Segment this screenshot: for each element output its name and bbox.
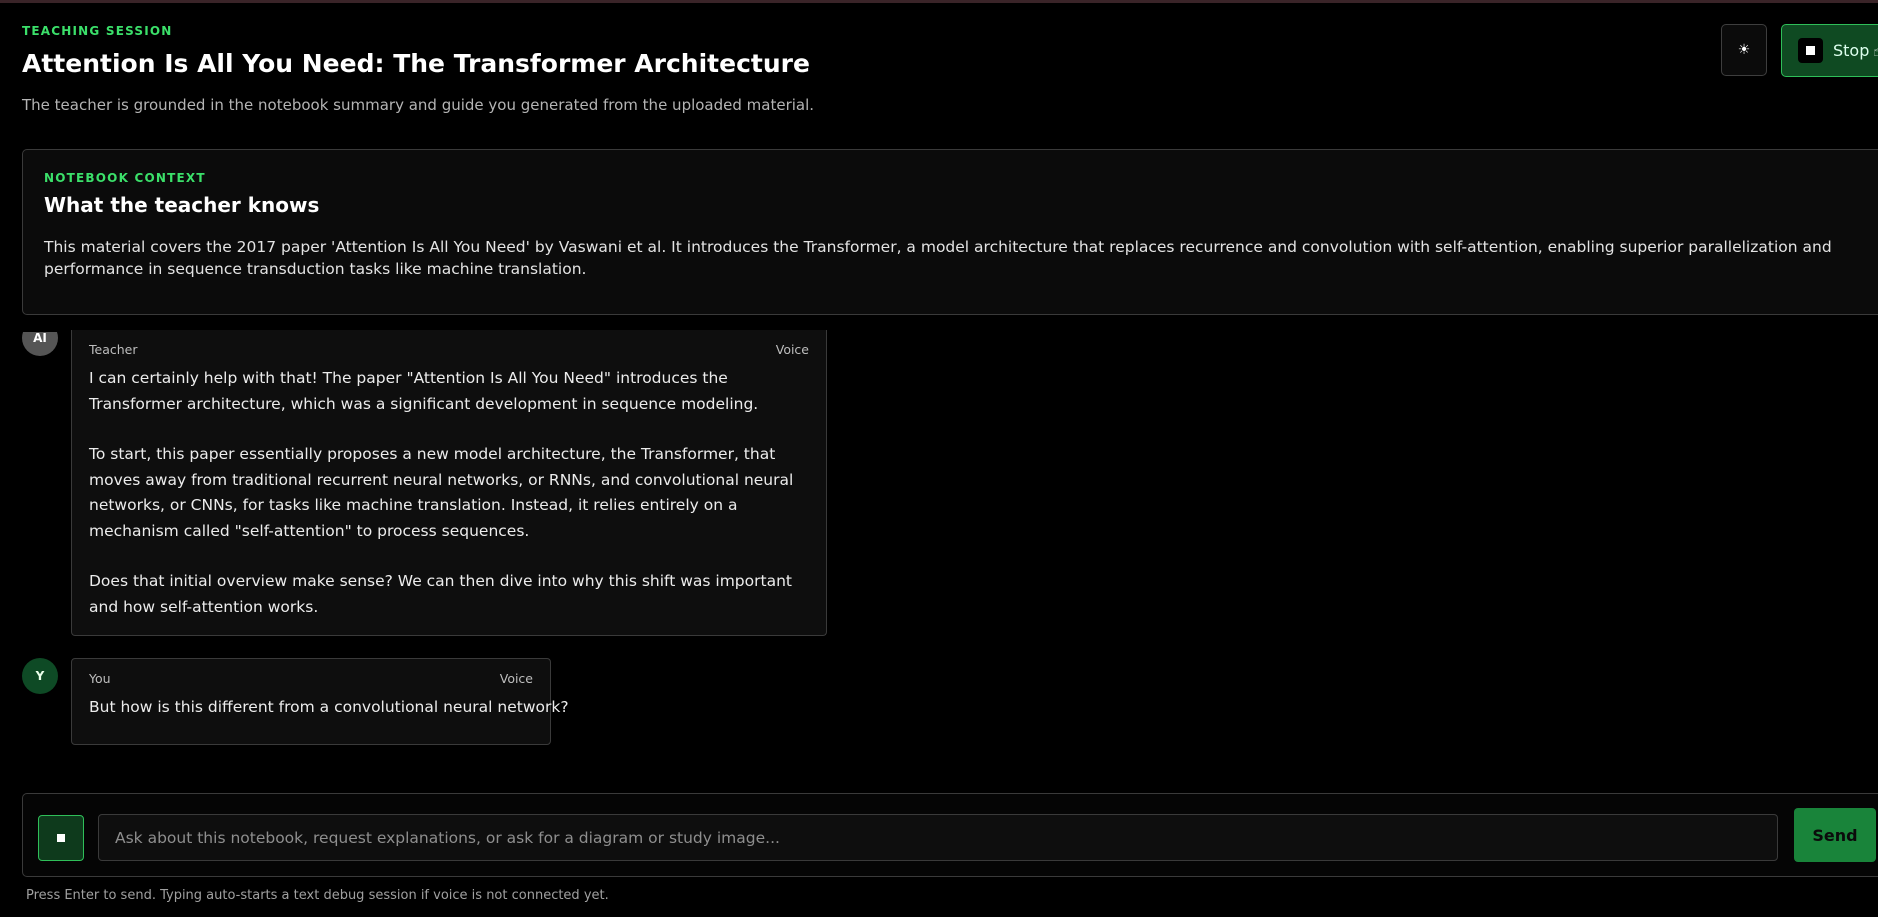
context-title: What the teacher knows	[44, 193, 320, 217]
page-title: Attention Is All You Need: The Transform…	[22, 49, 810, 78]
sun-icon: ☀	[1737, 42, 1751, 58]
message-paragraph: To start, this paper essentially propose…	[89, 445, 794, 540]
stop-square-icon	[1798, 38, 1823, 63]
stop-button[interactable]: Stop	[1781, 24, 1878, 77]
message-paragraph: I can certainly help with that! The pape…	[89, 369, 759, 413]
message-composer: Send	[22, 793, 1878, 877]
teacher-avatar: AI	[22, 332, 58, 356]
send-button[interactable]: Send	[1794, 808, 1876, 862]
message-mode-tag: Voice	[499, 671, 533, 686]
hand-cursor-icon: ☝	[1873, 44, 1878, 60]
theme-toggle-button[interactable]: ☀	[1721, 24, 1767, 76]
message-role: You	[89, 671, 111, 686]
user-message: You Voice But how is this different from…	[71, 658, 569, 745]
stop-square-icon	[57, 834, 65, 842]
message-role: Teacher	[89, 342, 138, 357]
message-mode-tag: Voice	[775, 342, 809, 357]
context-body: This material covers the 2017 paper 'Att…	[44, 238, 1832, 278]
notebook-context-panel: NOTEBOOK CONTEXT What the teacher knows …	[22, 149, 1878, 315]
teacher-message: Teacher Voice I can certainly help with …	[71, 330, 827, 636]
message-text: I can certainly help with that! The pape…	[89, 366, 809, 620]
chat-input[interactable]	[98, 814, 1778, 861]
message-paragraph: But how is this different from a convolu…	[89, 698, 569, 716]
composer-hint: Press Enter to send. Typing auto-starts …	[26, 888, 609, 903]
user-avatar: Y	[22, 658, 58, 694]
context-eyebrow: NOTEBOOK CONTEXT	[44, 171, 206, 185]
voice-toggle-button[interactable]	[38, 815, 84, 861]
message-text: But how is this different from a convolu…	[89, 695, 809, 721]
top-accent-line	[0, 0, 1878, 3]
page-subtitle: The teacher is grounded in the notebook …	[22, 96, 815, 114]
stop-button-label: Stop	[1833, 41, 1870, 60]
session-eyebrow: TEACHING SESSION	[22, 24, 173, 38]
message-paragraph: Does that initial overview make sense? W…	[89, 572, 792, 616]
